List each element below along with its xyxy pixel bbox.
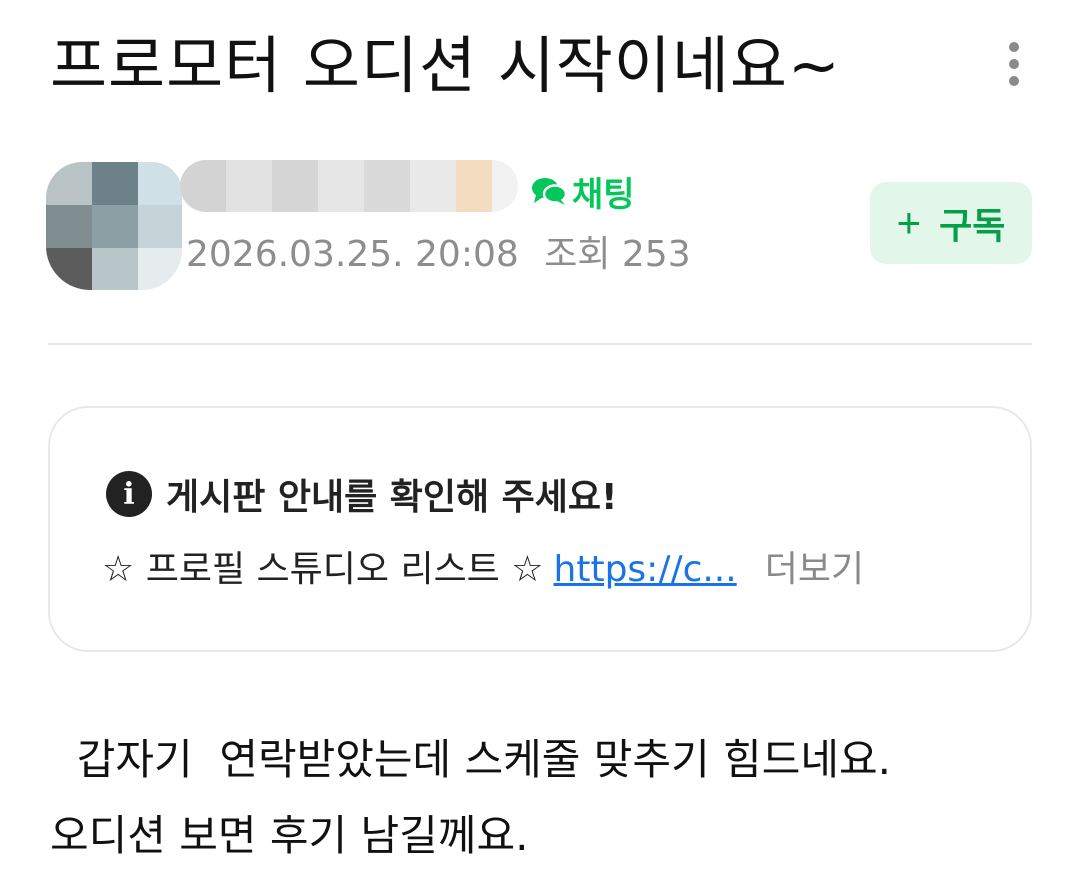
view-count: 조회 253 bbox=[544, 234, 691, 275]
avatar-pixel bbox=[46, 162, 92, 205]
avatar-pixel bbox=[138, 248, 182, 290]
post-date: 2026.03.25. 20:08 bbox=[186, 234, 519, 275]
board-notice-card[interactable]: i 게시판 안내를 확인해 주세요! ☆ 프로필 스튜디오 리스트 ☆ http… bbox=[48, 406, 1032, 652]
avatar-pixel bbox=[138, 162, 182, 205]
post-body-line: 오디션 보면 후기 남길께요. bbox=[50, 811, 529, 860]
nickname-pixel bbox=[226, 160, 272, 212]
nickname-pixel bbox=[456, 160, 492, 212]
nickname-pixel bbox=[410, 160, 456, 212]
nickname-pixel bbox=[492, 160, 518, 212]
post-title: 프로모터 오디션 시작이네요~ bbox=[50, 29, 841, 102]
notice-link[interactable]: https://c... bbox=[554, 544, 737, 596]
more-vertical-icon-dot bbox=[1009, 59, 1019, 69]
subscribe-label: 구독 bbox=[939, 205, 1006, 246]
more-options-button[interactable] bbox=[992, 36, 1036, 92]
more-vertical-icon bbox=[1009, 42, 1019, 52]
chat-link[interactable]: 채팅 bbox=[530, 168, 635, 215]
avatar-pixel bbox=[46, 205, 92, 248]
post-view: 프로모터 오디션 시작이네요~ 채팅 2026.03.25. 20:08 조회 … bbox=[0, 0, 1080, 896]
divider bbox=[48, 343, 1032, 345]
subscribe-button[interactable]: + 구독 bbox=[870, 182, 1032, 264]
post-body-line: 갑자기 연락받았는데 스케줄 맞추기 힘드네요. bbox=[50, 735, 891, 784]
post-body: 갑자기 연락받았는데 스케줄 맞추기 힘드네요. 오디션 보면 후기 남길께요. bbox=[50, 722, 1030, 874]
avatar-pixel bbox=[92, 162, 138, 205]
info-icon: i bbox=[106, 471, 152, 517]
nickname-pixel bbox=[272, 160, 318, 212]
avatar-pixel bbox=[138, 205, 182, 248]
notice-more-button[interactable]: 더보기 bbox=[765, 544, 864, 596]
chat-bubble-icon bbox=[532, 178, 568, 205]
notice-heading: 게시판 안내를 확인해 주세요! bbox=[166, 477, 618, 518]
notice-heading-row: i 게시판 안내를 확인해 주세요! bbox=[106, 468, 617, 520]
notice-text: ☆ 프로필 스튜디오 리스트 ☆ bbox=[102, 549, 544, 590]
post-meta: 2026.03.25. 20:08 조회 253 bbox=[186, 230, 691, 280]
notice-content-line: ☆ 프로필 스튜디오 리스트 ☆ https://c... 더보기 bbox=[102, 544, 982, 596]
plus-icon: + bbox=[896, 199, 922, 246]
chat-label: 채팅 bbox=[572, 174, 635, 215]
author-avatar[interactable] bbox=[46, 162, 182, 290]
more-vertical-icon-dot bbox=[1009, 76, 1019, 86]
nickname-pixel bbox=[364, 160, 410, 212]
nickname-pixel bbox=[180, 160, 226, 212]
avatar-pixel bbox=[92, 248, 138, 290]
avatar-pixel bbox=[46, 248, 92, 290]
avatar-pixel bbox=[92, 205, 138, 248]
author-nickname-blurred[interactable] bbox=[180, 160, 518, 212]
nickname-pixel bbox=[318, 160, 364, 212]
